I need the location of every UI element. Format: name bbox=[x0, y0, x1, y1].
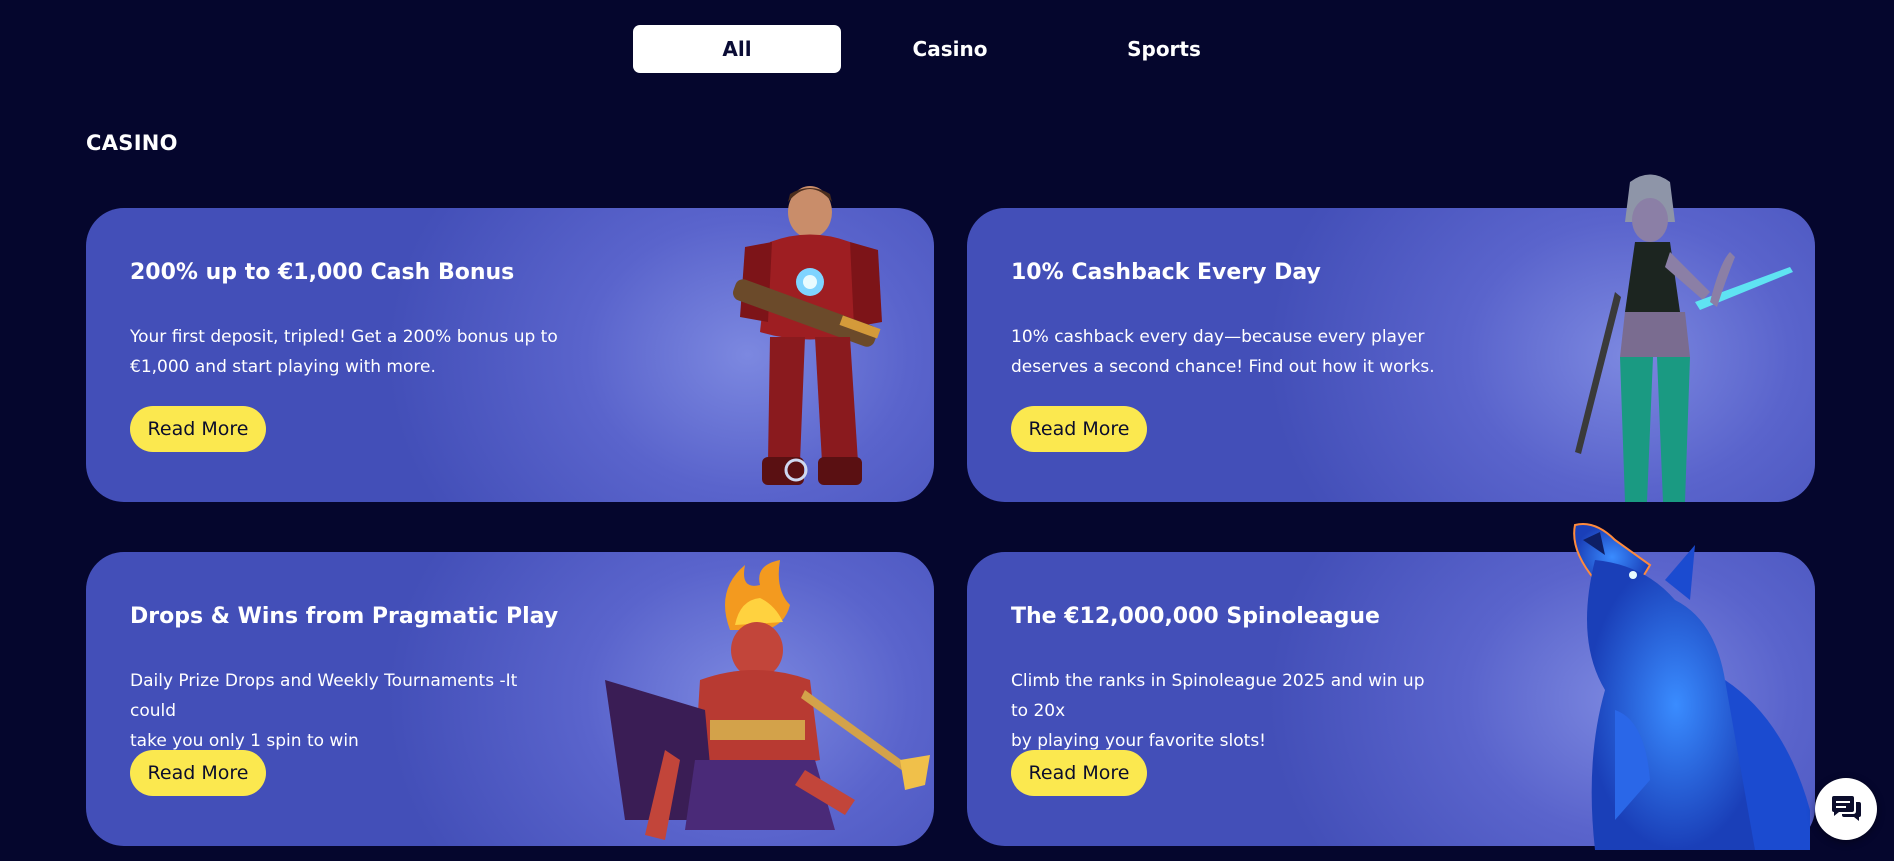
promo-description-line: Daily Prize Drops and Weekly Tournaments… bbox=[130, 671, 518, 721]
promo-description-line: 10% cashback every day—because every pla… bbox=[1011, 327, 1425, 347]
howling-wolf-character-icon bbox=[1573, 523, 1810, 850]
promotions-page: All Casino Sports CASINO 200% up to €1,0… bbox=[0, 0, 1894, 861]
warrior-woman-character-icon bbox=[1575, 174, 1793, 502]
armored-soldier-character-icon bbox=[733, 186, 882, 485]
section-title: CASINO bbox=[86, 131, 178, 155]
promo-description: Your first deposit, tripled! Get a 200% … bbox=[130, 322, 560, 382]
read-more-button[interactable]: Read More bbox=[1011, 750, 1147, 796]
promo-title: The €12,000,000 Spinoleague bbox=[1011, 604, 1380, 629]
promo-title: 200% up to €1,000 Cash Bonus bbox=[130, 260, 515, 285]
read-more-button[interactable]: Read More bbox=[1011, 406, 1147, 452]
promo-title: 10% Cashback Every Day bbox=[1011, 260, 1321, 285]
promo-title: Drops & Wins from Pragmatic Play bbox=[130, 604, 559, 629]
tab-casino[interactable]: Casino bbox=[846, 25, 1054, 73]
promo-description-line: €1,000 and start playing with more. bbox=[130, 357, 436, 377]
read-more-button[interactable]: Read More bbox=[130, 750, 266, 796]
fire-demon-character-icon bbox=[605, 560, 930, 840]
promo-description-line: Your first deposit, tripled! Get a 200% … bbox=[130, 327, 558, 347]
promo-description: Daily Prize Drops and Weekly Tournaments… bbox=[130, 666, 560, 756]
promo-description-line: deserves a second chance! Find out how i… bbox=[1011, 357, 1435, 377]
promo-description-line: Climb the ranks in Spinoleague 2025 and … bbox=[1011, 671, 1425, 721]
tab-all[interactable]: All bbox=[633, 25, 841, 73]
chat-button[interactable] bbox=[1815, 778, 1877, 840]
chat-bubbles-icon bbox=[1832, 796, 1861, 821]
category-tabs: All Casino Sports bbox=[633, 25, 1273, 73]
read-more-button[interactable]: Read More bbox=[130, 406, 266, 452]
promo-description: Climb the ranks in Spinoleague 2025 and … bbox=[1011, 666, 1441, 756]
tab-sports[interactable]: Sports bbox=[1060, 25, 1268, 73]
promo-description: 10% cashback every day—because every pla… bbox=[1011, 322, 1441, 382]
